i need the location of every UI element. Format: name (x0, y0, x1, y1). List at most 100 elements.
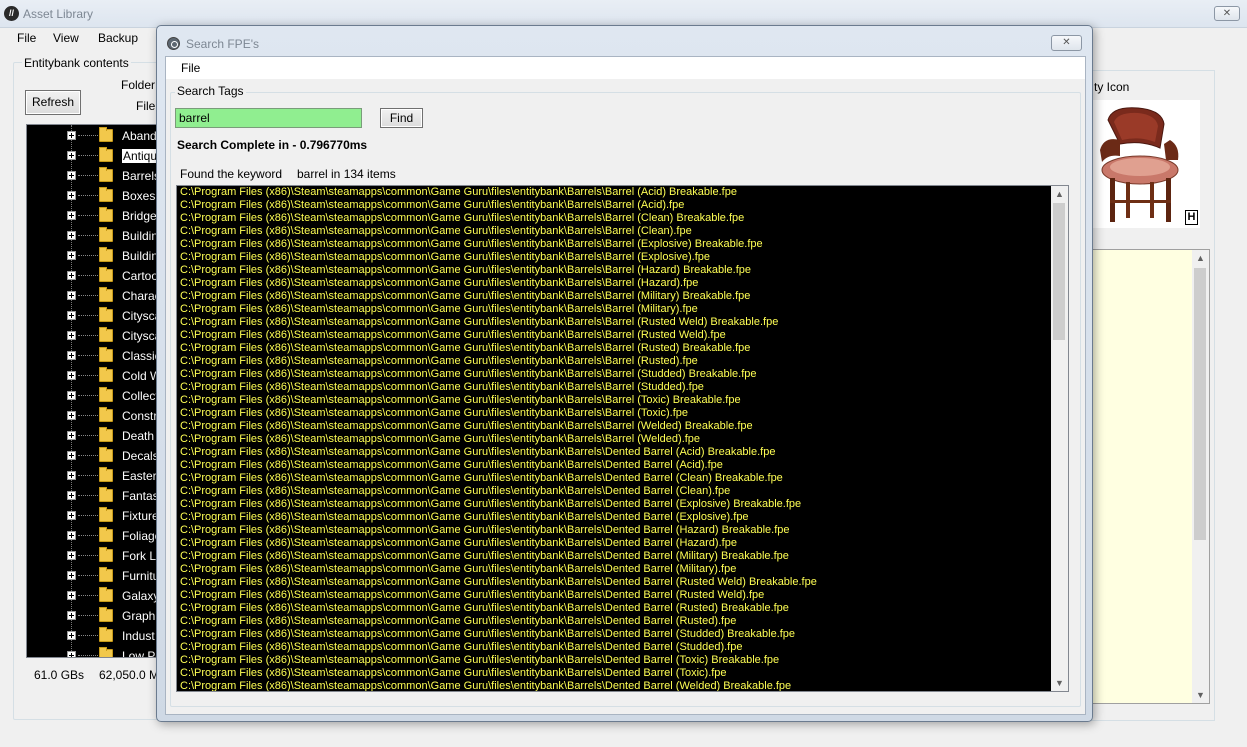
result-item[interactable]: C:\Program Files (x86)\Steam\steamapps\c… (180, 511, 1050, 524)
result-item[interactable]: C:\Program Files (x86)\Steam\steamapps\c… (180, 472, 1050, 485)
result-item[interactable]: C:\Program Files (x86)\Steam\steamapps\c… (180, 498, 1050, 511)
tree-item[interactable]: Galaxy (27, 586, 160, 606)
result-item[interactable]: C:\Program Files (x86)\Steam\steamapps\c… (180, 368, 1050, 381)
tree-item[interactable]: Collect (27, 386, 160, 406)
result-item[interactable]: C:\Program Files (x86)\Steam\steamapps\c… (180, 199, 1050, 212)
scroll-up-icon[interactable]: ▲ (1051, 186, 1068, 202)
tree-item[interactable]: Fork Li (27, 546, 160, 566)
result-item[interactable]: C:\Program Files (x86)\Steam\steamapps\c… (180, 628, 1050, 641)
expand-icon[interactable] (67, 411, 76, 420)
menu-backup[interactable]: Backup (98, 31, 138, 45)
result-item[interactable]: C:\Program Files (x86)\Steam\steamapps\c… (180, 303, 1050, 316)
result-item[interactable]: C:\Program Files (x86)\Steam\steamapps\c… (180, 381, 1050, 394)
result-item[interactable]: C:\Program Files (x86)\Steam\steamapps\c… (180, 290, 1050, 303)
expand-icon[interactable] (67, 651, 76, 657)
result-item[interactable]: C:\Program Files (x86)\Steam\steamapps\c… (180, 537, 1050, 550)
result-item[interactable]: C:\Program Files (x86)\Steam\steamapps\c… (180, 394, 1050, 407)
result-item[interactable]: C:\Program Files (x86)\Steam\steamapps\c… (180, 355, 1050, 368)
result-item[interactable]: C:\Program Files (x86)\Steam\steamapps\c… (180, 485, 1050, 498)
scroll-down-icon[interactable]: ▼ (1051, 675, 1068, 691)
result-item[interactable]: C:\Program Files (x86)\Steam\steamapps\c… (180, 342, 1050, 355)
result-item[interactable]: C:\Program Files (x86)\Steam\steamapps\c… (180, 550, 1050, 563)
expand-icon[interactable] (67, 611, 76, 620)
dialog-menu-file[interactable]: File (181, 61, 200, 75)
expand-icon[interactable] (67, 531, 76, 540)
tree-item[interactable]: Furnitu (27, 566, 160, 586)
expand-icon[interactable] (67, 511, 76, 520)
expand-icon[interactable] (67, 331, 76, 340)
close-icon[interactable]: ✕ (1214, 6, 1240, 21)
expand-icon[interactable] (67, 151, 76, 160)
expand-icon[interactable] (67, 491, 76, 500)
scroll-up-icon[interactable]: ▲ (1192, 250, 1209, 266)
tree-item[interactable]: Citysca (27, 326, 160, 346)
result-item[interactable]: C:\Program Files (x86)\Steam\steamapps\c… (180, 667, 1050, 680)
tree-item[interactable]: Indust (27, 626, 160, 646)
result-item[interactable]: C:\Program Files (x86)\Steam\steamapps\c… (180, 212, 1050, 225)
tree-item[interactable]: Cartoo (27, 266, 160, 286)
expand-icon[interactable] (67, 131, 76, 140)
expand-icon[interactable] (67, 571, 76, 580)
entity-description-box[interactable]: ▲ ▼ (1090, 249, 1210, 704)
result-item[interactable]: C:\Program Files (x86)\Steam\steamapps\c… (180, 680, 1050, 691)
results-scrollbar[interactable]: ▲ ▼ (1051, 186, 1068, 691)
result-item[interactable]: C:\Program Files (x86)\Steam\steamapps\c… (180, 576, 1050, 589)
tree-item[interactable]: Aband (27, 126, 160, 146)
tree-item[interactable]: Decals (27, 446, 160, 466)
result-item[interactable]: C:\Program Files (x86)\Steam\steamapps\c… (180, 264, 1050, 277)
expand-icon[interactable] (67, 291, 76, 300)
tree-item[interactable]: Cold W (27, 366, 160, 386)
result-item[interactable]: C:\Program Files (x86)\Steam\steamapps\c… (180, 433, 1050, 446)
result-item[interactable]: C:\Program Files (x86)\Steam\steamapps\c… (180, 563, 1050, 576)
expand-icon[interactable] (67, 551, 76, 560)
tree-item[interactable]: Death (27, 426, 160, 446)
tree-item[interactable]: Constr (27, 406, 160, 426)
tree-item[interactable]: Charac (27, 286, 160, 306)
tree-item[interactable]: Fixture (27, 506, 160, 526)
description-scrollbar[interactable]: ▲ ▼ (1192, 250, 1209, 703)
expand-icon[interactable] (67, 591, 76, 600)
refresh-button[interactable]: Refresh (25, 90, 81, 115)
tree-item[interactable]: Graphi (27, 606, 160, 626)
tree-item[interactable]: Barrels (27, 166, 160, 186)
result-item[interactable]: C:\Program Files (x86)\Steam\steamapps\c… (180, 251, 1050, 264)
result-item[interactable]: C:\Program Files (x86)\Steam\steamapps\c… (180, 615, 1050, 628)
tree-item[interactable]: Antiqu (27, 146, 160, 166)
expand-icon[interactable] (67, 271, 76, 280)
result-item[interactable]: C:\Program Files (x86)\Steam\steamapps\c… (180, 446, 1050, 459)
expand-icon[interactable] (67, 231, 76, 240)
search-input[interactable]: barrel (175, 108, 362, 128)
tree-item[interactable]: Low Po (27, 646, 160, 657)
expand-icon[interactable] (67, 471, 76, 480)
expand-icon[interactable] (67, 171, 76, 180)
expand-icon[interactable] (67, 351, 76, 360)
result-item[interactable]: C:\Program Files (x86)\Steam\steamapps\c… (180, 186, 1050, 199)
expand-icon[interactable] (67, 451, 76, 460)
scrollbar-thumb[interactable] (1194, 268, 1206, 540)
scrollbar-thumb[interactable] (1053, 203, 1065, 340)
result-item[interactable]: C:\Program Files (x86)\Steam\steamapps\c… (180, 407, 1050, 420)
tree-item[interactable]: Classic (27, 346, 160, 366)
tree-item[interactable]: Bridge (27, 206, 160, 226)
menu-file[interactable]: File (17, 31, 36, 45)
folder-tree[interactable]: Aband Antiqu Barrels Boxes Bridge Buildin Buil… (26, 124, 161, 658)
find-button[interactable]: Find (380, 108, 423, 128)
expand-icon[interactable] (67, 251, 76, 260)
tree-item[interactable]: Buildin (27, 246, 160, 266)
tree-item[interactable]: Boxes (27, 186, 160, 206)
tree-item[interactable]: Foliage (27, 526, 160, 546)
result-item[interactable]: C:\Program Files (x86)\Steam\steamapps\c… (180, 225, 1050, 238)
tree-item[interactable]: Easter (27, 466, 160, 486)
scroll-down-icon[interactable]: ▼ (1192, 687, 1209, 703)
expand-icon[interactable] (67, 631, 76, 640)
result-item[interactable]: C:\Program Files (x86)\Steam\steamapps\c… (180, 641, 1050, 654)
tree-item[interactable]: Fantas (27, 486, 160, 506)
expand-icon[interactable] (67, 391, 76, 400)
menu-view[interactable]: View (53, 31, 79, 45)
result-item[interactable]: C:\Program Files (x86)\Steam\steamapps\c… (180, 329, 1050, 342)
expand-icon[interactable] (67, 211, 76, 220)
result-item[interactable]: C:\Program Files (x86)\Steam\steamapps\c… (180, 524, 1050, 537)
expand-icon[interactable] (67, 191, 76, 200)
results-list[interactable]: C:\Program Files (x86)\Steam\steamapps\c… (176, 185, 1069, 692)
expand-icon[interactable] (67, 431, 76, 440)
